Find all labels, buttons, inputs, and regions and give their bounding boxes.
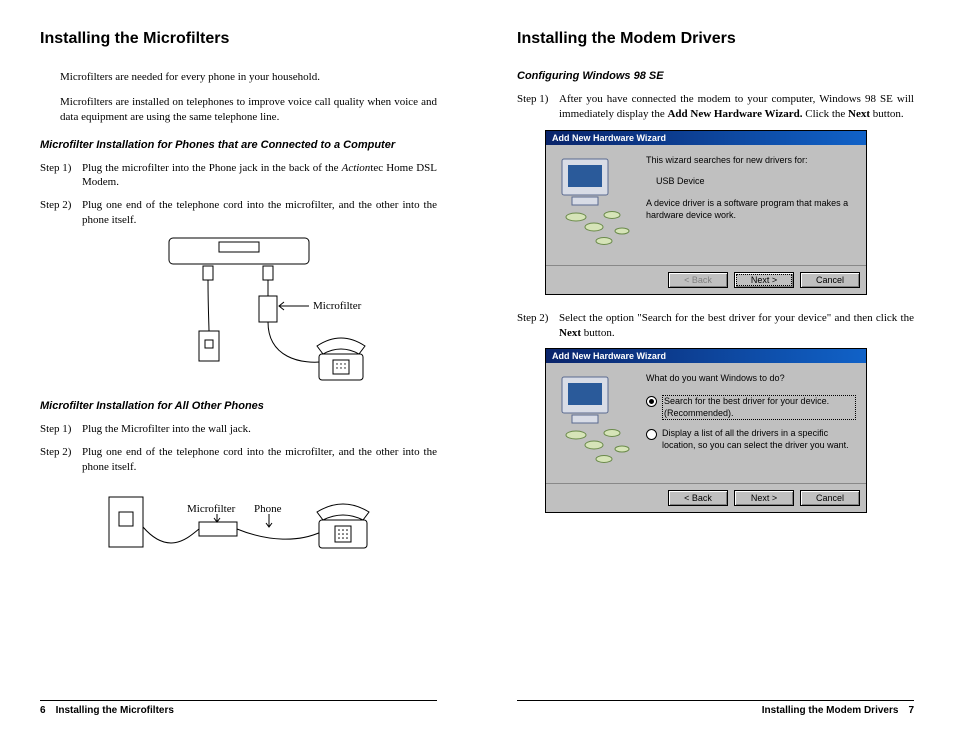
step-c1-body: After you have connected the modem to yo… (559, 92, 914, 122)
step-c2: Step 2) Select the option "Search for th… (517, 311, 914, 341)
dialog-2-body: What do you want Windows to do? Search f… (546, 363, 866, 483)
step-b2: Step 2) Plug one end of the telephone co… (40, 445, 437, 475)
step-b1: Step 1) Plug the Microfilter into the wa… (40, 422, 437, 437)
heading-right: Installing the Modem Drivers (517, 30, 914, 48)
step-c2-body: Select the option "Search for the best d… (559, 311, 914, 341)
step-c2-label: Step 2) (517, 311, 559, 341)
footer-right-title: Installing the Modem Drivers (762, 705, 899, 716)
step-b1-label: Step 1) (40, 422, 82, 437)
step-a1: Step 1) Plug the microfilter into the Ph… (40, 161, 437, 191)
subheading-b: Microfilter Installation for All Other P… (40, 400, 437, 412)
dialog-2-next-button[interactable]: Next > (734, 490, 794, 506)
dialog-2-option-1[interactable]: Search for the best driver for your devi… (646, 395, 856, 420)
footer-left: 6 Installing the Microfilters (40, 700, 437, 716)
dialog-1-text: This wizard searches for new drivers for… (646, 155, 856, 259)
radio-unselected-icon (646, 429, 657, 440)
page-right: Installing the Modem Drivers Configuring… (477, 0, 954, 738)
dialog-2-art (556, 373, 646, 477)
step-a2-body: Plug one end of the telephone cord into … (82, 198, 437, 228)
diagram-b: Microfilter Phone (40, 482, 437, 572)
footer-right-page: 7 (908, 705, 914, 716)
diagram-a-svg: Microfilter (99, 236, 379, 386)
dialog-2-text: What do you want Windows to do? Search f… (646, 373, 856, 477)
step-c1-label: Step 1) (517, 92, 559, 122)
dialog-2-back-button[interactable]: < Back (668, 490, 728, 506)
dialog-1-cancel-button[interactable]: Cancel (800, 272, 860, 288)
dialog-1-titlebar: Add New Hardware Wizard (546, 131, 866, 145)
dialog-2-titlebar: Add New Hardware Wizard (546, 349, 866, 363)
radio-selected-icon (646, 396, 657, 407)
subheading-c: Configuring Windows 98 SE (517, 70, 914, 82)
step-a2-label: Step 2) (40, 198, 82, 228)
step-b2-body: Plug one end of the telephone cord into … (82, 445, 437, 475)
intro-1: Microfilters are needed for every phone … (60, 70, 437, 85)
diagram-b-microfilter-label: Microfilter (187, 503, 236, 515)
dialog-1-buttons: < Back Next > Cancel (546, 265, 866, 294)
diagram-a: Microfilter (40, 236, 437, 386)
diagram-a-microfilter-label: Microfilter (313, 300, 362, 312)
intro-2: Microfilters are installed on telephones… (60, 95, 437, 125)
dialog-1-next-button[interactable]: Next > (734, 272, 794, 288)
step-a1-body: Plug the microfilter into the Phone jack… (82, 161, 437, 191)
dialog-2-buttons: < Back Next > Cancel (546, 483, 866, 512)
step-c1: Step 1) After you have connected the mod… (517, 92, 914, 122)
dialog-2-option-2[interactable]: Display a list of all the drivers in a s… (646, 428, 856, 451)
dialog-1-back-button[interactable]: < Back (668, 272, 728, 288)
diagram-b-phone-label: Phone (254, 503, 282, 515)
footer-left-page: 6 (40, 705, 46, 716)
dialog-1: Add New Hardware Wizard (545, 130, 867, 295)
dialog-1-art (556, 155, 646, 259)
dialog-2-cancel-button[interactable]: Cancel (800, 490, 860, 506)
diagram-b-svg: Microfilter Phone (89, 482, 389, 572)
step-a2: Step 2) Plug one end of the telephone co… (40, 198, 437, 228)
heading-left: Installing the Microfilters (40, 30, 437, 48)
step-b2-label: Step 2) (40, 445, 82, 475)
step-a1-label: Step 1) (40, 161, 82, 191)
dialog-2: Add New Hardware Wizard (545, 348, 867, 513)
wizard-art-icon (556, 373, 640, 473)
step-b1-body: Plug the Microfilter into the wall jack. (82, 422, 437, 437)
footer-left-title: Installing the Microfilters (56, 705, 174, 716)
wizard-art-icon (556, 155, 640, 255)
subheading-a: Microfilter Installation for Phones that… (40, 139, 437, 151)
page-left: Installing the Microfilters Microfilters… (0, 0, 477, 738)
dialog-1-body: This wizard searches for new drivers for… (546, 145, 866, 265)
footer-right: Installing the Modem Drivers 7 (517, 700, 914, 716)
